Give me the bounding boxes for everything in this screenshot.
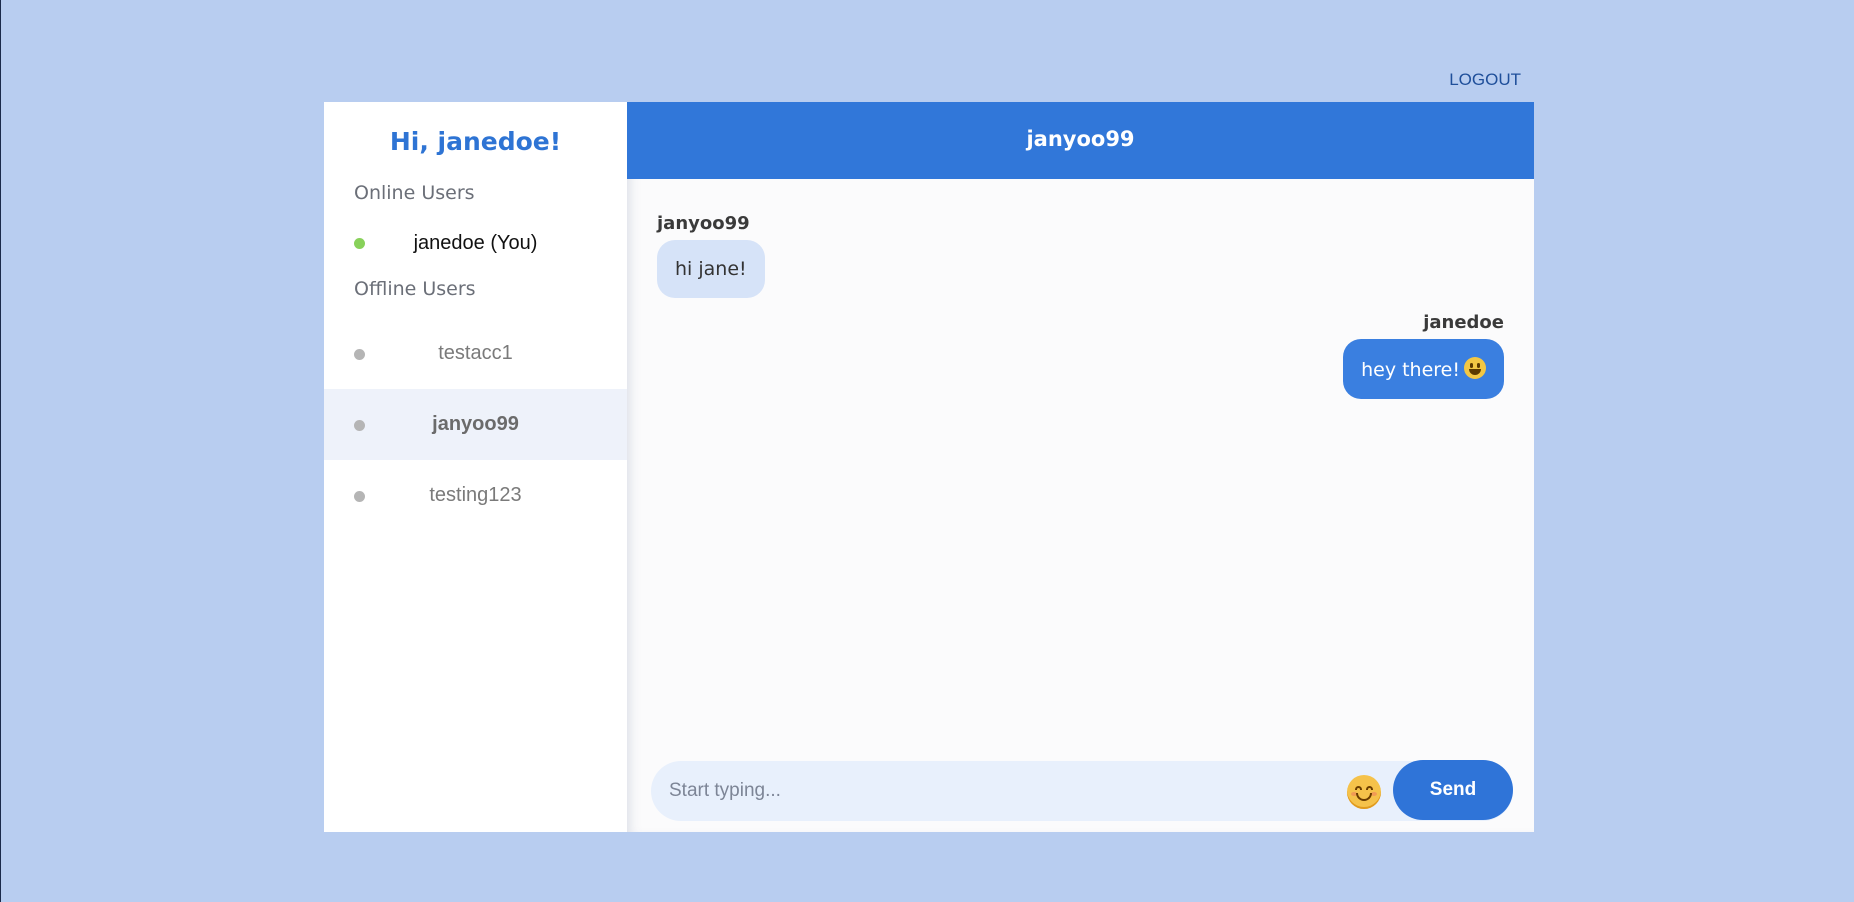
message-text: hey there! — [1361, 359, 1460, 381]
message-sender: janedoe — [1423, 312, 1504, 333]
user-name: testacc1 — [438, 342, 513, 364]
offline-status-dot-icon — [354, 348, 365, 360]
offline-users-label: Offline Users — [354, 278, 476, 300]
user-name: testing123 — [429, 484, 522, 506]
smiling-face-icon[interactable] — [1347, 775, 1381, 809]
sidebar: Hi, janedoe! Online Users janedoe (You) … — [324, 102, 627, 832]
user-item-janyoo99[interactable]: janyoo99 — [324, 389, 627, 460]
message-sender: janyoo99 — [657, 213, 750, 234]
user-name: janedoe (You) — [413, 231, 538, 254]
logout-button[interactable]: LOGOUT — [1431, 67, 1521, 93]
message-text: hi jane! — [675, 258, 747, 280]
grinning-face-icon — [1464, 357, 1486, 379]
online-status-dot-icon — [354, 238, 365, 249]
user-item-testing123[interactable]: testing123 — [324, 460, 627, 531]
message-item: janedoe hey there! — [657, 312, 1504, 399]
chat-panel: janyoo99 janyoo99 hi jane! janedoe hey t… — [627, 102, 1534, 832]
chat-title: janyoo99 — [627, 102, 1534, 179]
send-button[interactable]: Send — [1393, 760, 1513, 820]
user-name: janyoo99 — [432, 413, 519, 435]
user-item-janedoe[interactable]: janedoe (You) — [324, 214, 627, 272]
offline-status-dot-icon — [354, 490, 365, 502]
message-bubble: hi jane! — [657, 240, 765, 298]
message-item: janyoo99 hi jane! — [657, 213, 1504, 298]
greeting: Hi, janedoe! — [389, 127, 562, 156]
message-input[interactable] — [669, 761, 1349, 821]
user-item-testacc1[interactable]: testacc1 — [324, 318, 627, 389]
message-bubble: hey there! — [1343, 339, 1504, 399]
chat-app: Hi, janedoe! Online Users janedoe (You) … — [324, 102, 1534, 832]
message-composer — [651, 761, 1513, 821]
message-list: janyoo99 hi jane! janedoe hey there! — [627, 179, 1534, 399]
offline-status-dot-icon — [354, 419, 365, 431]
